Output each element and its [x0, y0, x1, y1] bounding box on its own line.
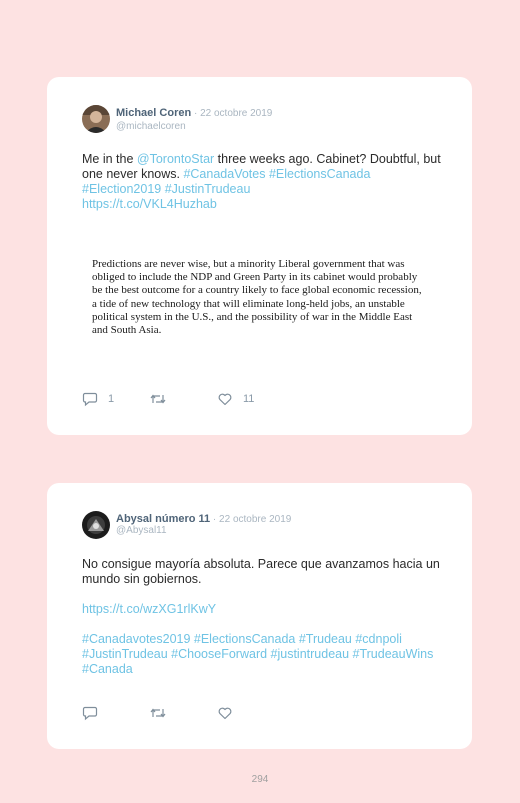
tweet-card: Michael Coren · 22 octobre 2019 @michael…	[47, 77, 472, 435]
mention-link[interactable]: @TorontoStar	[137, 152, 214, 166]
page-number: 294	[251, 774, 269, 785]
hashtags[interactable]: #Canadavotes2019 #ElectionsCanada #Trude…	[82, 632, 442, 677]
tweet-card: Abysal número 11 · 22 octobre 2019 @Abys…	[47, 483, 472, 749]
retweet-button[interactable]	[149, 391, 177, 407]
tweet-date: · 22 octobre 2019	[191, 108, 273, 119]
tweet-text: No consigue mayoría absoluta. Parece que…	[82, 557, 440, 586]
reply-icon	[82, 391, 98, 407]
author-name[interactable]: Abysal número 11	[116, 513, 210, 525]
retweet-button[interactable]	[149, 705, 177, 721]
tweet-date: · 22 octobre 2019	[210, 514, 292, 525]
tweet-url[interactable]: https://t.co/VKL4Huzhab	[82, 197, 217, 211]
author-handle[interactable]: @michaelcoren	[116, 121, 186, 132]
avatar[interactable]	[82, 105, 110, 133]
reply-button[interactable]: 1	[82, 391, 114, 407]
like-icon	[217, 705, 233, 721]
tweet-actions: 1 11	[82, 391, 382, 407]
quoted-image-text: Predictions are never wise, but a minori…	[92, 258, 422, 337]
reply-button[interactable]	[82, 705, 108, 721]
tweet-url[interactable]: https://t.co/wzXG1rlKwY	[82, 602, 442, 617]
tweet-text: Me in the @TorontoStar three weeks ago. …	[82, 152, 442, 212]
author-line: Michael Coren · 22 octobre 2019	[116, 107, 272, 119]
like-button[interactable]	[217, 705, 243, 721]
author-name[interactable]: Michael Coren	[116, 107, 191, 119]
like-count: 11	[243, 393, 255, 405]
reply-count: 1	[108, 393, 115, 405]
author-line: Abysal número 11 · 22 octobre 2019	[116, 513, 291, 525]
tweet-actions	[82, 705, 382, 721]
tweet-text-part: Me in the	[82, 152, 137, 166]
retweet-icon	[149, 705, 167, 721]
avatar[interactable]	[82, 511, 110, 539]
reply-icon	[82, 705, 98, 721]
like-icon	[217, 391, 233, 407]
author-handle[interactable]: @Abysal11	[116, 525, 167, 536]
like-button[interactable]: 11	[217, 391, 254, 407]
retweet-icon	[149, 391, 167, 407]
